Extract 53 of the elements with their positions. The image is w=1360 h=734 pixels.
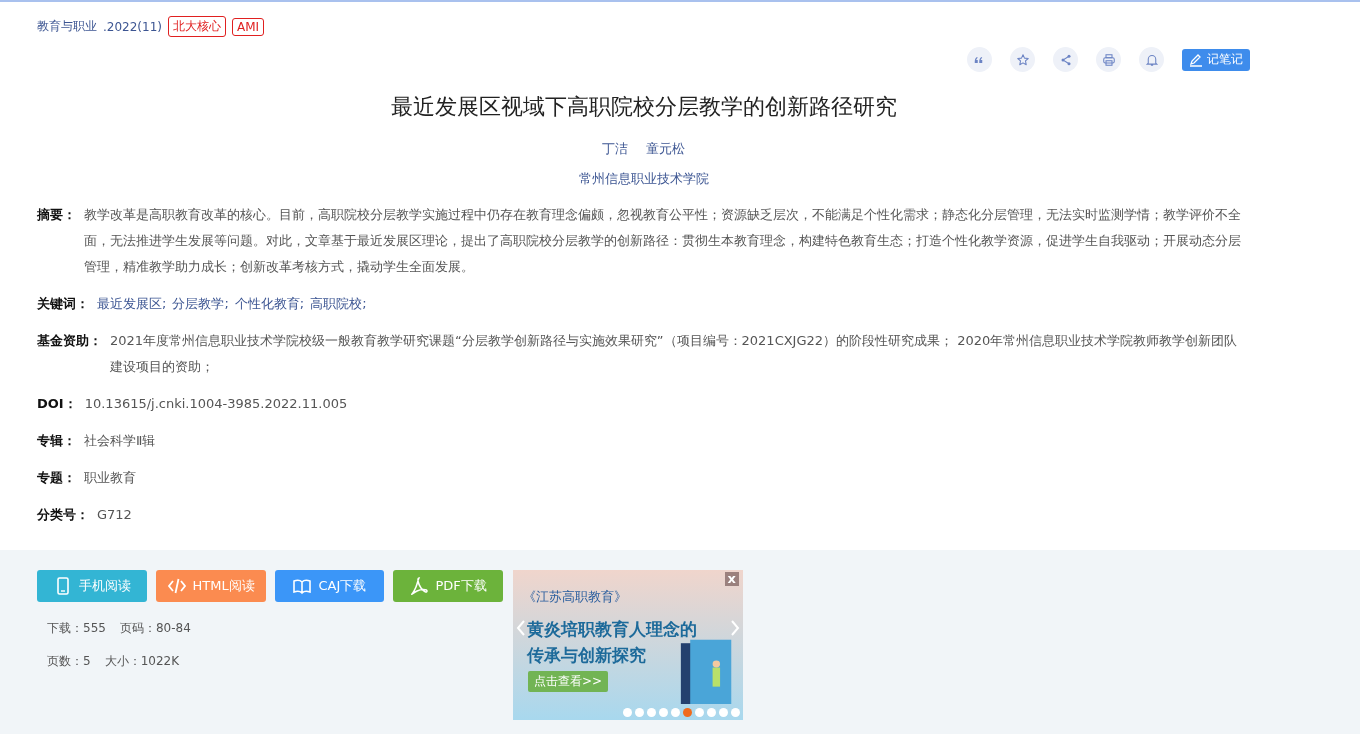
prev-icon[interactable]: [516, 620, 526, 636]
next-icon[interactable]: [730, 620, 740, 636]
print-icon[interactable]: [1096, 47, 1121, 72]
article-title: 最近发展区视域下高职院校分层教学的创新路径研究: [389, 93, 898, 121]
carousel-dot[interactable]: [659, 708, 668, 717]
banner-headline: 黄炎培职教育人理念的: [527, 618, 697, 641]
acrobat-icon: [409, 576, 430, 596]
carousel-dot[interactable]: [623, 708, 632, 717]
keyword-link[interactable]: 最近发展区;: [97, 291, 167, 317]
ad-banner[interactable]: x 《江苏高职教育》 黄炎培职教育人理念的 传承与创新探究 点击查看>>: [513, 570, 743, 720]
carousel-dot[interactable]: [647, 708, 656, 717]
carousel-dot[interactable]: [719, 708, 728, 717]
field-label: 摘要：: [37, 206, 76, 224]
field-value: G712: [97, 506, 132, 524]
field-label: 分类号：: [37, 506, 89, 524]
stat-text: 下载：555: [47, 620, 106, 637]
issue-text: .2022(11): [103, 19, 162, 34]
author-link[interactable]: 丁洁: [602, 140, 628, 158]
bell-icon[interactable]: [1139, 47, 1164, 72]
field-value: 职业教育: [84, 469, 136, 487]
journal-link[interactable]: 教育与职业: [37, 18, 97, 35]
field-value: 2021年度常州信息职业技术学院校级一般教育教学研究课题“分层教学创新路径与实施效果研究”（项目编号：2021CXJG22）的阶段性研究成果； 2020年常州信息职业技术学院教师教学创新团队建设项目的资助；: [110, 332, 1239, 376]
affiliation-link[interactable]: 常州信息职业技术学院: [578, 171, 709, 186]
banner-journal: 《江苏高职教育》: [523, 588, 627, 606]
stat-text: 页数：5: [47, 653, 91, 670]
pencil-icon: [1189, 52, 1203, 67]
author-link[interactable]: 童元松: [646, 140, 685, 158]
field-label: 专题：: [37, 469, 76, 487]
field-value: 社会科学Ⅱ辑: [84, 432, 156, 450]
field-value: 教学改革是高职教育改革的核心。目前，高职院校分层教学实施过程中仍存在教育理念偏颇，忽视教育公平性；资源缺乏层次，不能满足个性化需求；静态化分层管理，无法实时监测学情；教学评价不全面，无法推进学生发展等问题。对此，文章基于最近发展区理论，提出了高职院校分层教学的创新路径：贯彻生本教育理念，构建特色教育生态；打造个性化教学资源，促进学生自我驱动；开展动态分层管理，精准教学助力成长；创新改革考核方式，撬动学生全面发展。: [84, 206, 1242, 276]
close-button[interactable]: x: [724, 572, 739, 586]
carousel-dot[interactable]: [695, 708, 704, 717]
stat-text: 页码：80-84: [119, 620, 191, 637]
code-icon: [166, 576, 187, 596]
keyword-link[interactable]: 个性化教育;: [234, 291, 305, 317]
field-label: 基金资助：: [37, 332, 102, 350]
share-icon[interactable]: [1053, 47, 1078, 72]
stat-text: 大小：1022K: [104, 653, 180, 670]
field-label: 关键词：: [37, 295, 89, 313]
field-value: 10.13615/j.cnki.1004-3985.2022.11.005: [84, 395, 348, 413]
quote-icon[interactable]: [967, 47, 992, 72]
carousel-dot[interactable]: [671, 708, 680, 717]
carousel-dot[interactable]: [731, 708, 740, 717]
field-label: 专辑：: [37, 432, 76, 450]
index-tag: AMI: [232, 17, 265, 36]
carousel-dot[interactable]: [707, 708, 716, 717]
keyword-link[interactable]: 分层教学;: [172, 291, 229, 317]
field-label: DOI：: [37, 395, 77, 413]
banner-headline: 传承与创新探究: [527, 644, 647, 667]
keyword-link[interactable]: 高职院校;: [310, 291, 367, 317]
carousel-dot[interactable]: [683, 708, 692, 717]
index-tag: 北大核心: [168, 16, 226, 37]
carousel-dot[interactable]: [635, 708, 644, 717]
